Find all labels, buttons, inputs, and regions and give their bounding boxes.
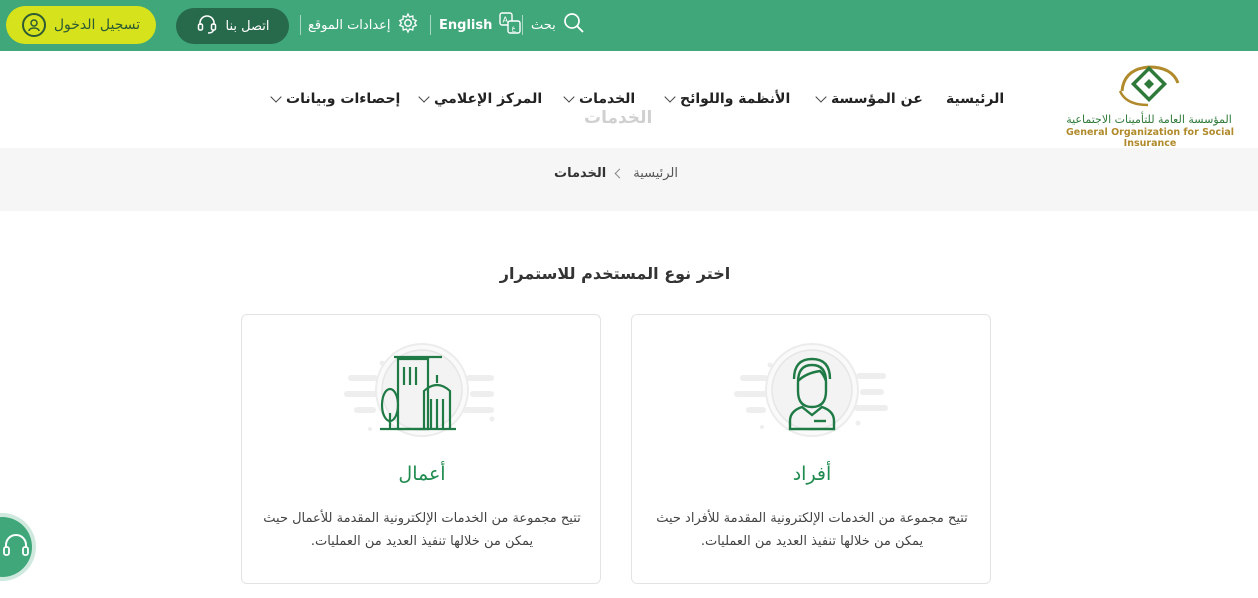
nav-item-media-center[interactable]: المركز الإعلامي xyxy=(418,91,543,107)
language-label: English xyxy=(439,17,493,33)
chevron-down-icon xyxy=(563,91,575,103)
breadcrumb: الرئيسية الخدمات xyxy=(0,148,1258,211)
login-button[interactable]: تسجيل الدخول xyxy=(6,6,156,44)
breadcrumb-current: الخدمات xyxy=(554,166,607,181)
divider xyxy=(430,15,431,35)
language-switch[interactable]: English Aع xyxy=(439,12,522,38)
individuals-card[interactable]: أفراد تتيح مجموعة من الخدمات الإلكترونية… xyxy=(631,314,991,584)
chevron-down-icon xyxy=(664,91,676,103)
divider xyxy=(522,15,523,35)
nav-label: الرئيسية xyxy=(946,91,1005,107)
nav-item-home[interactable]: الرئيسية xyxy=(946,91,1004,107)
svg-text:A: A xyxy=(503,16,509,25)
search-label: بحث xyxy=(531,17,556,33)
chevron-down-icon xyxy=(815,91,827,103)
divider xyxy=(300,15,301,35)
chevron-down-icon xyxy=(418,91,430,103)
contact-label: اتصل بنا xyxy=(225,18,270,34)
chevron-down-icon xyxy=(270,91,282,103)
breadcrumb-home[interactable]: الرئيسية xyxy=(633,166,678,181)
nav-item-about[interactable]: عن المؤسسة xyxy=(815,91,923,107)
building-icon xyxy=(344,343,495,437)
headset-icon xyxy=(3,534,29,556)
gosi-emblem-icon xyxy=(1118,65,1180,107)
nav-label: إحصاءات وبيانات xyxy=(286,91,401,107)
gosi-logo[interactable]: المؤسسة العامة للتأمينات الاجتماعية Gene… xyxy=(1052,61,1248,149)
business-card[interactable]: أعمال تتيح مجموعة من الخدمات الإلكترونية… xyxy=(241,314,601,584)
nav-item-services[interactable]: الخدمات xyxy=(563,91,636,107)
nav-item-statistics[interactable]: إحصاءات وبيانات xyxy=(270,91,401,107)
settings-label: إعدادات الموقع xyxy=(308,17,391,33)
headset-icon xyxy=(196,13,218,39)
nav-label: الخدمات xyxy=(579,91,636,107)
contact-button[interactable]: اتصل بنا xyxy=(176,8,289,44)
user-icon xyxy=(21,13,46,37)
nav-label: الأنظمة واللوائح xyxy=(680,91,791,107)
search-link[interactable]: بحث xyxy=(531,12,586,38)
card-title: أعمال xyxy=(398,463,446,485)
logo-english-text: General Organization for Social Insuranc… xyxy=(1065,127,1234,149)
nav-label: عن المؤسسة xyxy=(831,91,923,107)
card-description: تتيح مجموعة من الخدمات الإلكترونية المقد… xyxy=(263,511,581,549)
gear-icon xyxy=(397,12,419,38)
chevron-left-icon xyxy=(614,168,625,179)
card-description: تتيح مجموعة من الخدمات الإلكترونية المقد… xyxy=(656,511,968,549)
top-bar: تسجيل الدخول اتصل بنا إعدادات الموقع Eng… xyxy=(0,0,1258,51)
person-icon xyxy=(734,343,888,437)
main-header: إحصاءات وبيانات المركز الإعلامي الخدمات … xyxy=(0,51,1258,149)
site-settings-link[interactable]: إعدادات الموقع xyxy=(308,12,419,38)
support-chat-button[interactable] xyxy=(0,517,32,577)
logo-arabic-text: المؤسسة العامة للتأمينات الاجتماعية xyxy=(1066,113,1232,126)
login-label: تسجيل الدخول xyxy=(53,17,141,33)
nav-item-regulations[interactable]: الأنظمة واللوائح xyxy=(664,91,791,107)
page-title: اختر نوع المستخدم للاستمرار xyxy=(499,264,731,283)
card-title: أفراد xyxy=(792,463,832,485)
hover-ghost-label: الخدمات xyxy=(584,108,653,128)
nav-label: المركز الإعلامي xyxy=(434,91,543,107)
search-icon xyxy=(562,11,586,39)
translate-icon: Aع xyxy=(498,11,522,39)
